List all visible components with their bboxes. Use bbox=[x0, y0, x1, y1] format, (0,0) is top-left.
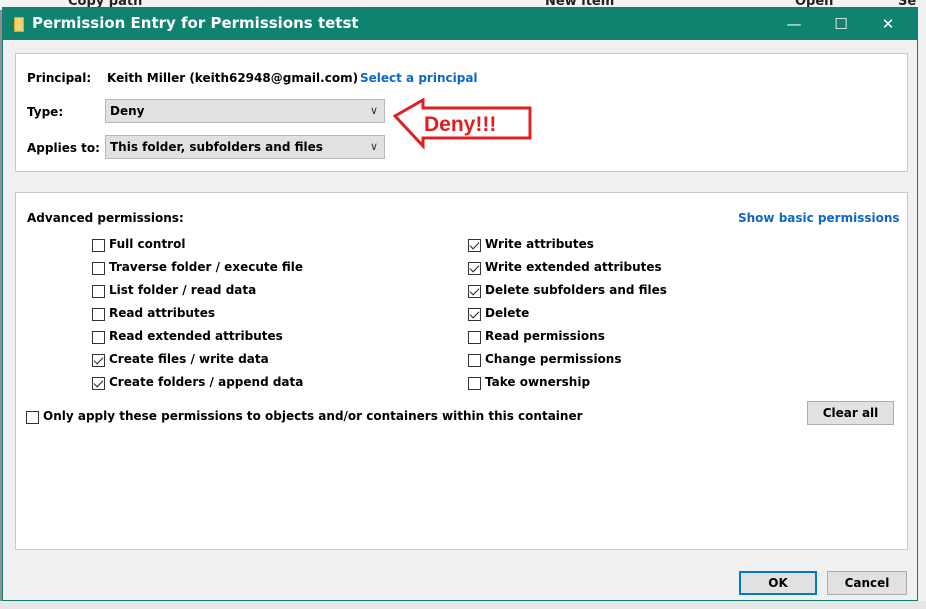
permission-label: List folder / read data bbox=[109, 283, 257, 297]
close-icon[interactable]: ✕ bbox=[865, 8, 911, 40]
type-label: Type: bbox=[27, 105, 64, 119]
chevron-down-icon: ∨ bbox=[369, 104, 378, 117]
permission-label: Write attributes bbox=[485, 237, 594, 251]
show-basic-permissions-link[interactable]: Show basic permissions bbox=[738, 211, 900, 225]
only-apply-label: Only apply these permissions to objects … bbox=[43, 409, 583, 423]
deny-annotation: Deny!!! bbox=[392, 97, 533, 154]
title-bar[interactable]: Permission Entry for Permissions tetst —… bbox=[3, 8, 917, 40]
applies-to-label: Applies to: bbox=[27, 141, 100, 155]
permission-checkbox[interactable] bbox=[92, 354, 105, 367]
principal-value: Keith Miller (keith62948@gmail.com) bbox=[107, 71, 359, 85]
permission-checkbox[interactable] bbox=[468, 285, 481, 298]
permission-label: Change permissions bbox=[485, 352, 622, 366]
permission-label: Create files / write data bbox=[109, 352, 269, 366]
arrow-annotation: Deny!!! bbox=[392, 97, 532, 150]
annotation-text: Deny!!! bbox=[424, 113, 496, 136]
ok-button[interactable]: OK bbox=[739, 571, 817, 595]
applies-to-value: This folder, subfolders and files bbox=[110, 140, 323, 154]
clear-all-button[interactable]: Clear all bbox=[807, 401, 894, 425]
principal-label: Principal: bbox=[27, 71, 92, 85]
select-principal-link[interactable]: Select a principal bbox=[360, 71, 478, 85]
folder-icon bbox=[14, 17, 24, 32]
cancel-button[interactable]: Cancel bbox=[827, 571, 907, 595]
permission-label: Write extended attributes bbox=[485, 260, 662, 274]
background-window-edge bbox=[918, 0, 926, 609]
advanced-permissions-panel: Advanced permissions: Show basic permiss… bbox=[15, 192, 908, 550]
permission-checkbox[interactable] bbox=[92, 377, 105, 390]
permission-checkbox[interactable] bbox=[92, 285, 105, 298]
permission-checkbox[interactable] bbox=[92, 308, 105, 321]
permission-checkbox[interactable] bbox=[468, 308, 481, 321]
permission-label: Full control bbox=[109, 237, 186, 251]
permission-label: Take ownership bbox=[485, 375, 591, 389]
permission-checkbox[interactable] bbox=[468, 262, 481, 275]
advanced-permissions-label: Advanced permissions: bbox=[27, 211, 184, 225]
permission-entry-dialog: Permission Entry for Permissions tetst —… bbox=[2, 7, 918, 601]
permission-label: Delete subfolders and files bbox=[485, 283, 667, 297]
permission-label: Read permissions bbox=[485, 329, 605, 343]
permission-checkbox[interactable] bbox=[468, 239, 481, 252]
minimize-icon[interactable]: — bbox=[771, 8, 817, 40]
permission-checkbox[interactable] bbox=[92, 262, 105, 275]
background-window-bottom bbox=[0, 601, 926, 609]
permission-label: Create folders / append data bbox=[109, 375, 304, 389]
maximize-icon[interactable]: ☐ bbox=[818, 8, 864, 40]
permission-label: Read extended attributes bbox=[109, 329, 283, 343]
chevron-down-icon: ∨ bbox=[369, 140, 378, 153]
permission-checkbox[interactable] bbox=[92, 239, 105, 252]
permission-checkbox[interactable] bbox=[468, 377, 481, 390]
permission-label: Delete bbox=[485, 306, 530, 320]
dialog-title: Permission Entry for Permissions tetst bbox=[32, 14, 359, 32]
applies-to-select[interactable]: This folder, subfolders and files ∨ bbox=[105, 135, 385, 159]
type-select-value: Deny bbox=[110, 104, 145, 118]
permission-checkbox[interactable] bbox=[468, 354, 481, 367]
permission-label: Read attributes bbox=[109, 306, 215, 320]
type-select[interactable]: Deny ∨ bbox=[105, 99, 385, 123]
only-apply-checkbox[interactable] bbox=[26, 411, 39, 424]
permission-checkbox[interactable] bbox=[92, 331, 105, 344]
permission-label: Traverse folder / execute file bbox=[109, 260, 304, 274]
permission-checkbox[interactable] bbox=[468, 331, 481, 344]
